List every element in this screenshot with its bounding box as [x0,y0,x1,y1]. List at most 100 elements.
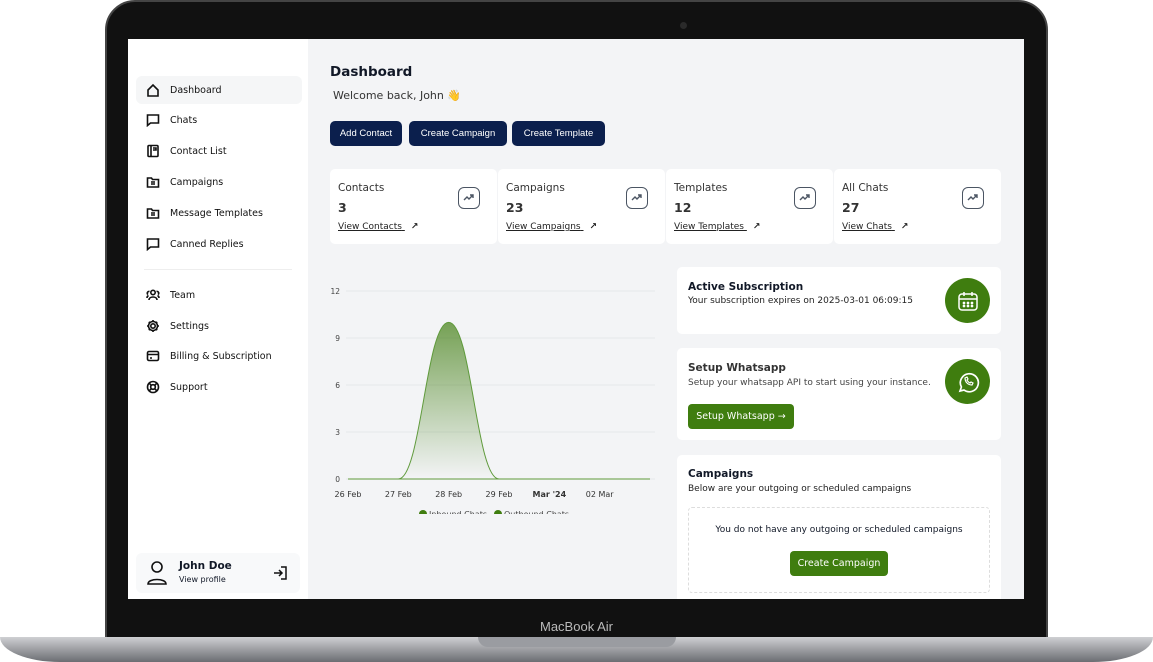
stat-title: Contacts [338,182,385,194]
x-tick-label: Mar '24 [532,490,566,499]
setup-whatsapp-button[interactable]: Setup Whatsapp → [688,404,794,429]
trending-icon [794,187,816,209]
camera [680,22,687,29]
sidebar-item-label: Support [170,381,208,393]
sidebar-item-billing-subscription[interactable]: Billing & Subscription [136,342,302,370]
sidebar-item-team[interactable]: Team [136,281,302,309]
sidebar-item-label: Team [170,289,196,301]
stat-value: 3 [338,200,347,215]
whatsapp-icon [945,359,990,404]
sidebar-item-label: Chats [170,114,198,126]
y-tick-label: 12 [330,287,340,296]
sidebar-item-message-templates[interactable]: Message Templates [136,199,302,227]
trending-icon [458,187,480,209]
stat-card-contacts: Contacts 3 View Contacts ↗ [330,169,497,244]
credit-card-icon [146,350,160,362]
sidebar: John Doe View profile Dashboard Chats Cont… [128,39,308,599]
device-label: MacBook Air [540,619,613,634]
lifebuoy-icon [146,380,160,394]
y-tick-label: 0 [335,475,340,484]
x-tick-label: 28 Feb [435,490,462,499]
user-icon [147,561,167,585]
view-profile-link[interactable]: View profile [179,575,226,584]
add-contact-button[interactable]: Add Contact [330,121,402,146]
sidebar-item-label: Dashboard [170,84,222,96]
stat-value: 12 [674,200,692,215]
whatsapp-text: Setup your whatsapp API to start using y… [688,378,931,388]
sidebar-item-settings[interactable]: Settings [136,312,302,340]
sidebar-divider [144,269,292,270]
screen: John Doe View profile Dashboard Chats Cont… [128,39,1024,599]
y-tick-label: 9 [335,334,340,343]
sidebar-item-contact-list[interactable]: Contact List [136,137,302,165]
chat-icon [146,114,160,127]
sidebar-item-label: Campaigns [170,176,224,188]
stat-value: 27 [842,200,860,215]
sidebar-item-canned-replies[interactable]: Canned Replies [136,230,302,258]
stat-card-campaigns: Campaigns 23 View Campaigns ↗ [498,169,665,244]
trending-icon [962,187,984,209]
chat-icon [146,238,160,251]
page-title: Dashboard [330,64,413,80]
users-icon [146,289,160,301]
legend-marker [419,510,427,514]
whatsapp-card: Setup Whatsapp Setup your whatsapp API t… [677,348,1001,440]
stat-value: 23 [506,200,524,215]
empty-message: You do not have any outgoing or schedule… [715,525,963,535]
campaigns-subtitle: Below are your outgoing or scheduled cam… [688,484,912,494]
stat-title: Campaigns [506,182,565,194]
whatsapp-title: Setup Whatsapp [688,362,786,374]
sidebar-item-label: Contact List [170,145,227,157]
sidebar-item-label: Billing & Subscription [170,350,272,362]
subscription-card: Active Subscription Your subscription ex… [677,267,1001,334]
stat-link-label: View Contacts [338,222,402,232]
campaigns-card: Campaigns Below are your outgoing or sch… [677,455,1001,599]
arrow-up-right-icon: ↗ [410,222,419,232]
stat-title: All Chats [842,182,889,194]
sidebar-item-chats[interactable]: Chats [136,106,302,134]
legend-label: Outbound Chats [504,510,569,514]
legend-label: Inbound Chats [429,510,487,514]
subscription-text: Your subscription expires on 2025-03-01 … [688,296,913,306]
sidebar-item-dashboard[interactable]: Dashboard [136,76,302,104]
chats-chart: 0 3 6 9 12 26 Feb 27 Feb 28 Feb 29 Feb Mar '24 02 … [330,287,655,514]
trending-icon [626,187,648,209]
welcome-text: Welcome back, John 👋 [333,89,462,102]
stat-title: Templates [674,182,728,194]
contact-book-icon [147,144,159,158]
create-template-button[interactable]: Create Template [512,121,605,146]
subscription-title: Active Subscription [688,281,804,293]
sidebar-item-support[interactable]: Support [136,373,302,401]
stat-card-templates: Templates 12 View Templates ↗ [666,169,833,244]
stat-link[interactable]: View Chats ↗ [842,222,908,232]
y-tick-label: 3 [335,428,340,437]
sidebar-item-label: Settings [170,320,209,332]
create-campaign-empty-button[interactable]: Create Campaign [790,551,888,576]
gear-icon [147,320,159,332]
y-tick-label: 6 [335,381,340,390]
x-tick-label: 29 Feb [486,490,513,499]
stat-link-label: View Chats [842,222,892,232]
profile-card[interactable]: John Doe View profile [136,553,300,593]
calendar-icon [945,278,990,323]
stat-link[interactable]: View Campaigns ↗ [506,222,597,232]
stat-card-all-chats: All Chats 27 View Chats ↗ [834,169,1001,244]
profile-name: John Doe [179,560,232,572]
sidebar-item-campaigns[interactable]: Campaigns [136,168,302,196]
stat-link[interactable]: View Contacts ↗ [338,222,418,232]
sidebar-item-label: Canned Replies [170,238,244,250]
laptop-notch [478,637,676,647]
main-content: Dashboard Welcome back, John 👋 Add Conta… [308,39,1024,599]
stat-link[interactable]: View Templates ↗ [674,222,760,232]
stat-link-label: View Templates [674,222,744,232]
x-tick-label: 02 Mar [586,490,615,499]
home-icon [147,83,159,97]
folder-icon [146,208,160,219]
series-area [348,322,650,479]
create-campaign-button[interactable]: Create Campaign [409,121,507,146]
campaigns-empty-state: You do not have any outgoing or schedule… [688,507,990,593]
logout-icon[interactable] [272,565,288,581]
arrow-up-right-icon: ↗ [900,222,909,232]
legend-marker [494,510,502,514]
sidebar-item-label: Message Templates [170,207,263,219]
